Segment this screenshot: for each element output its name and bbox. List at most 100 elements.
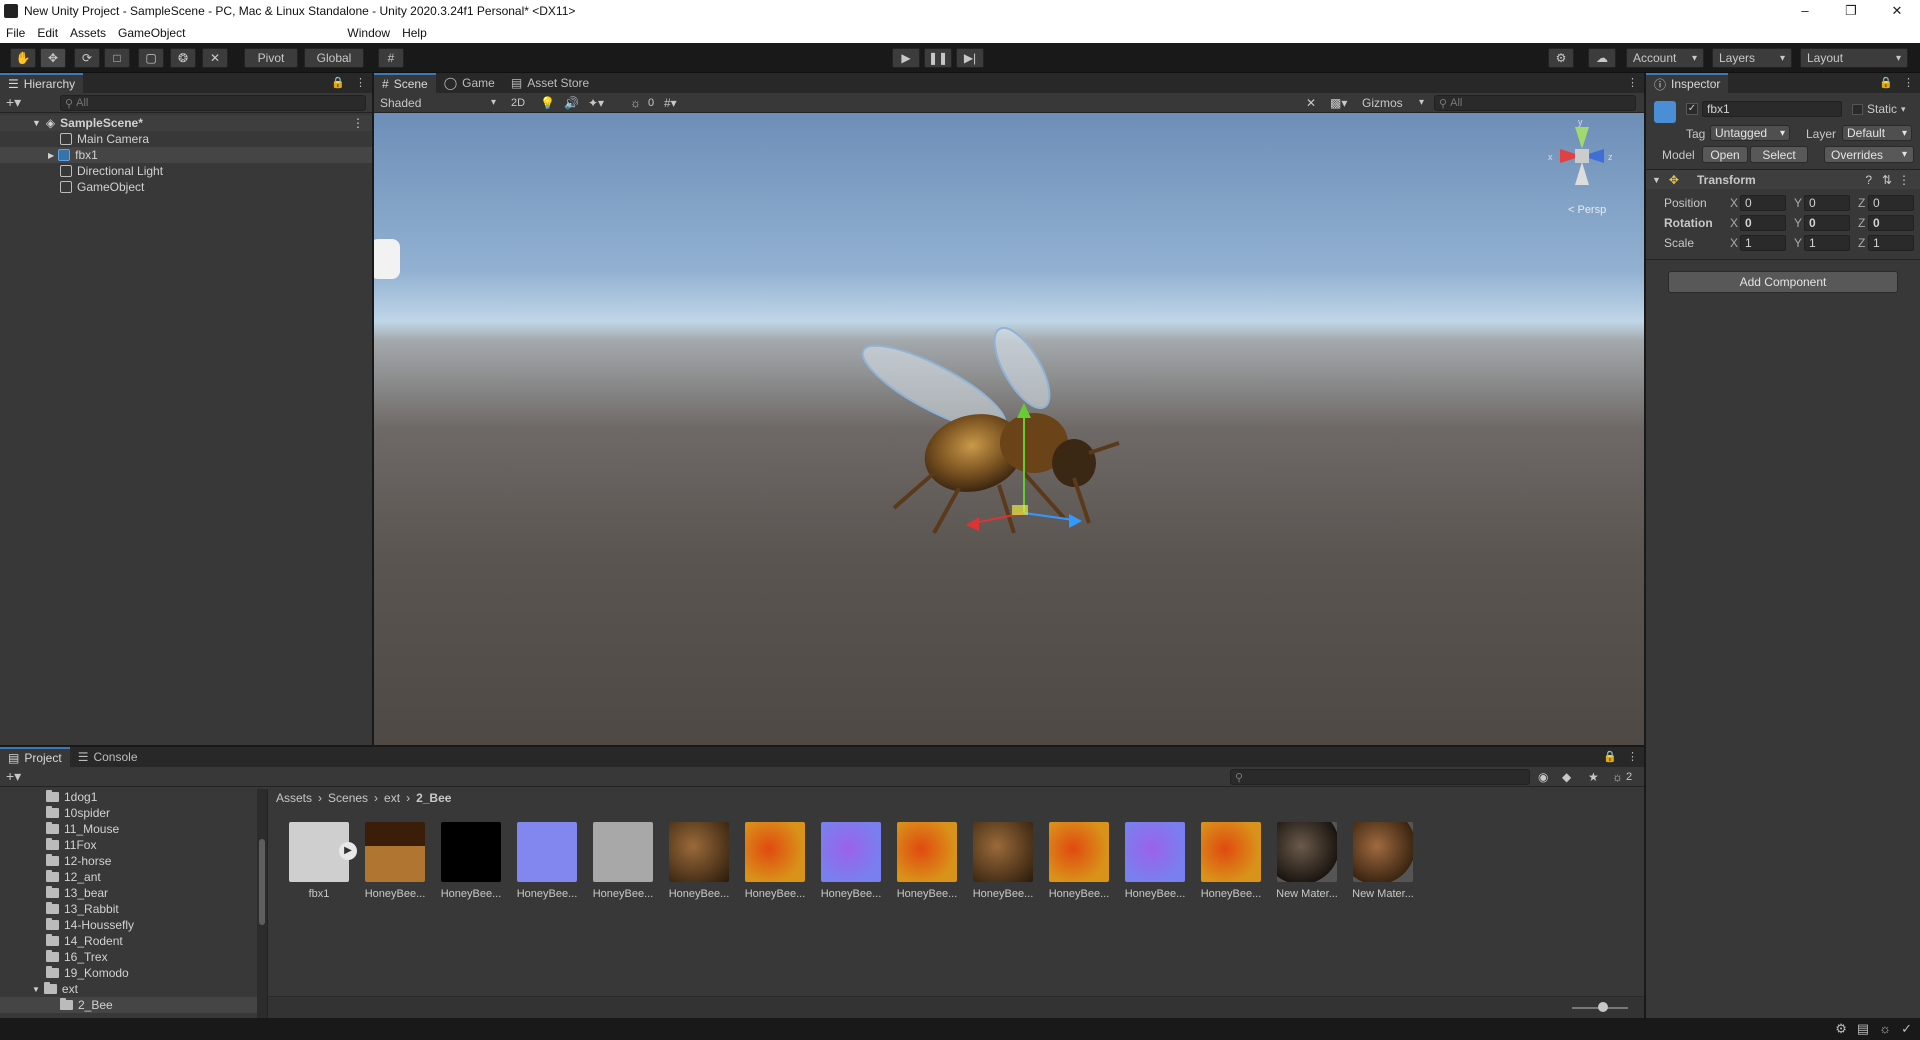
perspective-label[interactable]: < Persp [1568, 204, 1606, 216]
hierarchy-search[interactable]: ⚲ All [60, 95, 366, 111]
list-item[interactable]: GameObject [0, 179, 372, 195]
shading-mode-dropdown[interactable]: Shaded [376, 94, 496, 112]
folder-item[interactable]: 16_Trex [0, 949, 267, 965]
scale-tool-icon[interactable]: □ [104, 48, 130, 68]
layers-dropdown[interactable]: Layers [1712, 48, 1792, 68]
restore-icon[interactable]: ❐ [1828, 0, 1874, 22]
menu-edit[interactable]: Edit [31, 26, 64, 40]
hand-tool-icon[interactable]: ✋ [10, 48, 36, 68]
orientation-gizmo-icon[interactable]: y x z [1542, 117, 1632, 197]
lock-icon[interactable]: 🔒 [1603, 750, 1617, 763]
menu-help[interactable]: Help [396, 26, 433, 40]
step-icon[interactable]: ▶| [956, 48, 984, 68]
asset-item[interactable]: HoneyBee... [440, 822, 502, 900]
folder-item[interactable]: 1dog1 [0, 789, 267, 805]
effects-icon[interactable]: ✦▾ [588, 96, 604, 110]
asset-item[interactable]: HoneyBee... [1200, 822, 1262, 900]
tab-hierarchy[interactable]: ☰ Hierarchy [0, 73, 84, 93]
global-toggle[interactable]: Global [304, 48, 364, 68]
rect-tool-icon[interactable]: ▢ [138, 48, 164, 68]
tab-console[interactable]: ☰ Console [70, 747, 146, 767]
folder-item[interactable]: 14-Houssefly [0, 917, 267, 933]
layer-dropdown[interactable]: Default [1842, 125, 1912, 141]
tools-icon[interactable]: ✕ [1306, 96, 1316, 110]
favorite-star-icon[interactable]: ★ [1588, 770, 1599, 784]
preset-icon[interactable]: ⇅ [1882, 173, 1892, 187]
breadcrumb-scenes[interactable]: Scenes [328, 791, 368, 805]
expand-play-icon[interactable]: ▶ [339, 842, 357, 860]
rotation-x-field[interactable]: 0 [1740, 215, 1786, 231]
project-search[interactable]: ⚲ [1230, 769, 1530, 785]
check-icon[interactable]: ✓ [1901, 1021, 1912, 1037]
asset-item[interactable]: HoneyBee... [820, 822, 882, 900]
add-component-button[interactable]: Add Component [1668, 271, 1898, 293]
asset-item[interactable]: HoneyBee... [592, 822, 654, 900]
folder-item[interactable]: 11_Mouse [0, 821, 267, 837]
cloud-icon[interactable]: ☁ [1588, 48, 1616, 68]
close-icon[interactable]: ✕ [1874, 0, 1920, 22]
expand-arrow-icon[interactable]: ▼ [32, 118, 41, 128]
rotate-tool-icon[interactable]: ⟳ [74, 48, 100, 68]
folder-item[interactable]: 10spider [0, 805, 267, 821]
object-name-field[interactable]: fbx1 [1702, 101, 1842, 117]
asset-item[interactable]: New Mater... [1276, 822, 1338, 900]
progress-icon[interactable]: ☼ [1879, 1021, 1891, 1037]
move-tool-icon[interactable]: ✥ [40, 48, 66, 68]
bee-model[interactable] [374, 113, 1644, 745]
scene-search[interactable]: ⚲ All [1434, 95, 1636, 111]
folder-tree-scrollbar[interactable] [257, 789, 267, 1018]
tab-project[interactable]: ▤ Project [0, 747, 70, 767]
asset-item[interactable]: HoneyBee... [1124, 822, 1186, 900]
expand-arrow-icon[interactable]: ▼ [32, 985, 40, 994]
rotation-y-field[interactable]: 0 [1804, 215, 1850, 231]
menu-file[interactable]: File [0, 26, 31, 40]
asset-item[interactable]: HoneyBee... [1048, 822, 1110, 900]
folder-item[interactable]: 14_Rodent [0, 933, 267, 949]
overrides-dropdown[interactable]: Overrides [1824, 146, 1914, 163]
tab-asset-store[interactable]: ▤ Asset Store [503, 73, 597, 93]
hidden-objects-icon[interactable]: ☼ [630, 96, 641, 110]
account-dropdown[interactable]: Account [1626, 48, 1704, 68]
folder-item[interactable]: 12_ant [0, 869, 267, 885]
tag-dropdown[interactable]: Untagged [1710, 125, 1790, 141]
position-x-field[interactable]: 0 [1740, 195, 1786, 211]
asset-item[interactable]: HoneyBee... [972, 822, 1034, 900]
pause-icon[interactable]: ❚❚ [924, 48, 952, 68]
folder-item-selected[interactable]: 2_Bee [0, 997, 267, 1013]
open-button[interactable]: Open [1702, 146, 1748, 163]
lock-icon[interactable]: 🔒 [1879, 76, 1893, 89]
layout-dropdown[interactable]: Layout [1800, 48, 1908, 68]
asset-item[interactable]: HoneyBee... [896, 822, 958, 900]
tab-game[interactable]: ◯ Game [436, 73, 503, 93]
tab-inspector[interactable]: ⓘ Inspector [1646, 73, 1729, 93]
asset-item[interactable]: New Mater... [1352, 822, 1414, 900]
transform-tool-icon[interactable]: ❂ [170, 48, 196, 68]
menu-assets[interactable]: Assets [64, 26, 112, 40]
list-item[interactable]: Main Camera [0, 131, 372, 147]
active-checkbox[interactable]: ✓ [1686, 103, 1698, 115]
folder-item[interactable]: 19_Komodo [0, 965, 267, 981]
breadcrumb-assets[interactable]: Assets [276, 791, 312, 805]
transform-header[interactable]: ▼ ✥ Transform ? ⇅ ⋮ [1646, 169, 1920, 189]
breadcrumb-ext[interactable]: ext [384, 791, 400, 805]
scrollbar-thumb[interactable] [259, 839, 265, 925]
add-icon[interactable]: +▾ [6, 94, 21, 111]
zoom-slider-thumb[interactable] [1598, 1002, 1608, 1012]
static-checkbox[interactable] [1852, 103, 1863, 115]
folder-item[interactable]: 12-horse [0, 853, 267, 869]
lock-icon[interactable]: 🔒 [331, 76, 345, 89]
create-asset-icon[interactable]: +▾ [6, 768, 21, 785]
position-z-field[interactable]: 0 [1868, 195, 1914, 211]
grid-snap-icon[interactable]: #▾ [664, 96, 677, 110]
foldout-arrow-icon[interactable]: ▼ [1652, 175, 1661, 185]
component-menu-icon[interactable]: ⋮ [1898, 173, 1910, 187]
asset-item[interactable]: HoneyBee... [364, 822, 426, 900]
list-item[interactable]: Directional Light [0, 163, 372, 179]
kebab-menu-icon[interactable]: ⋮ [355, 76, 366, 89]
folder-item[interactable]: 11Fox [0, 837, 267, 853]
filter-type-icon[interactable]: ◉ [1538, 770, 1548, 784]
kebab-menu-icon[interactable]: ⋮ [1903, 76, 1914, 89]
camera-icon[interactable]: ▩▾ [1330, 96, 1347, 110]
filter-label-icon[interactable]: ◆ [1562, 770, 1571, 784]
kebab-menu-icon[interactable]: ⋮ [1627, 76, 1638, 89]
